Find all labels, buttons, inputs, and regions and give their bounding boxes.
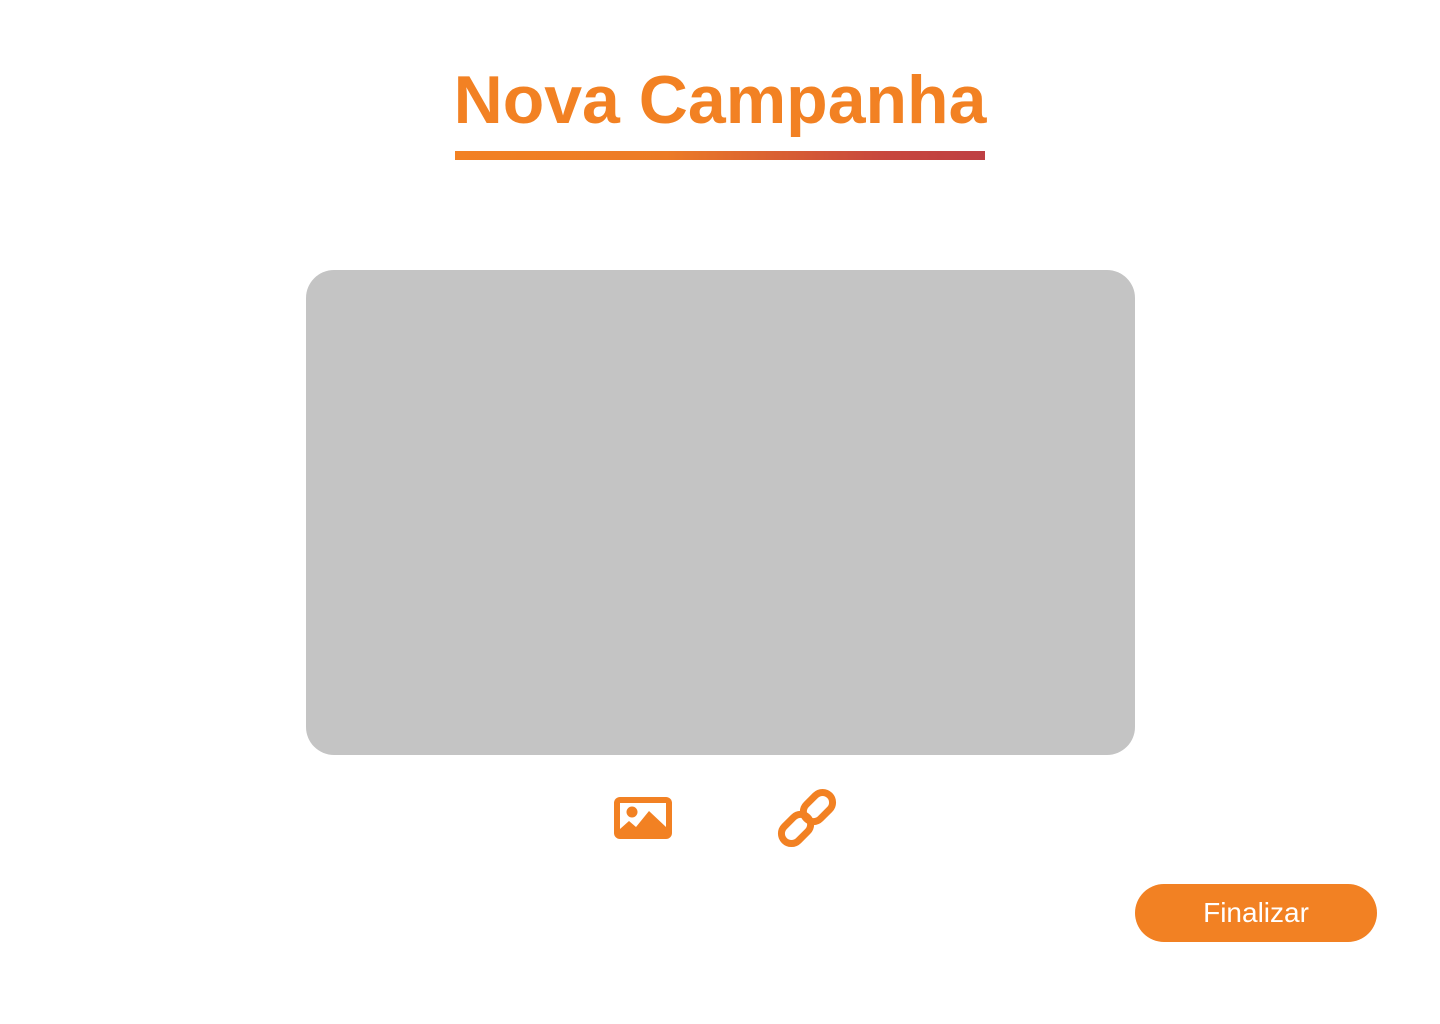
- image-icon: [614, 797, 672, 839]
- finish-button[interactable]: Finalizar: [1135, 884, 1377, 942]
- page-title: Nova Campanha: [453, 62, 987, 138]
- link-icon: [777, 788, 837, 848]
- add-link-button[interactable]: [772, 784, 842, 852]
- add-image-button[interactable]: [608, 788, 678, 848]
- title-underline: [455, 151, 985, 160]
- media-preview-placeholder: [306, 270, 1135, 755]
